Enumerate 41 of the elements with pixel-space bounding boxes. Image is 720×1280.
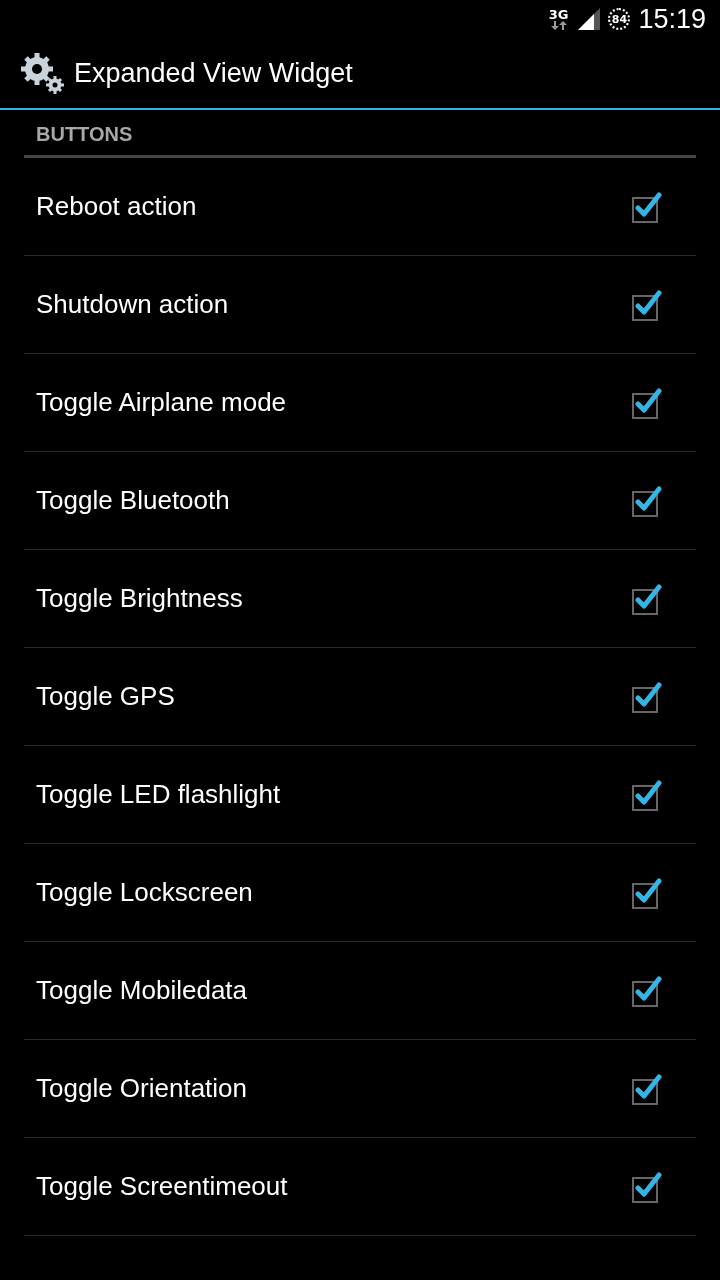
app-title: Expanded View Widget [74,57,353,89]
preference-label: Toggle GPS [36,681,175,712]
checkbox[interactable] [632,680,662,713]
preference-label: Toggle Screentimeout [36,1171,288,1202]
checkbox[interactable] [632,1170,662,1203]
checkbox[interactable] [632,582,662,615]
checkbox[interactable] [632,288,662,321]
preference-label: Toggle Orientation [36,1073,248,1104]
preference-label: Toggle Lockscreen [36,877,253,908]
preference-label: Reboot action [36,191,197,222]
preference-label: Toggle Mobiledata [36,975,248,1006]
preference-row[interactable]: Toggle Brightness [24,550,696,648]
preference-row[interactable]: Shutdown action [24,256,696,354]
clock: 15:19 [638,3,706,35]
signal-icon [578,8,601,30]
preference-row[interactable]: Toggle Airplane mode [24,354,696,452]
preference-row[interactable]: Toggle Mobiledata [24,942,696,1040]
network-type: 3G [548,8,569,21]
preference-label: Toggle Bluetooth [36,485,230,516]
preference-row[interactable]: Toggle LED flashlight [24,746,696,844]
checkbox[interactable] [632,386,662,419]
data-arrows-icon [550,21,567,30]
preference-row[interactable]: Reboot action [24,158,696,256]
checkbox[interactable] [632,876,662,909]
preference-row[interactable]: Toggle Lockscreen [24,844,696,942]
section-header: BUTTONS [24,110,696,158]
checkbox[interactable] [632,1072,662,1105]
preference-label: Shutdown action [36,289,229,320]
checkbox[interactable] [632,484,662,517]
preference-row[interactable]: Toggle Bluetooth [24,452,696,550]
battery-indicator: 84 [608,8,631,30]
checkbox[interactable] [632,974,662,1007]
checkbox[interactable] [632,190,662,223]
preference-row[interactable]: Toggle Orientation [24,1040,696,1138]
gears-icon [20,52,66,94]
preference-row[interactable]: Toggle Screentimeout [24,1138,696,1236]
preference-label: Toggle Airplane mode [36,387,287,418]
preference-row[interactable]: Toggle GPS [24,648,696,746]
checkbox[interactable] [632,778,662,811]
preference-label: Toggle LED flashlight [36,779,281,810]
preference-label: Toggle Brightness [36,583,243,614]
